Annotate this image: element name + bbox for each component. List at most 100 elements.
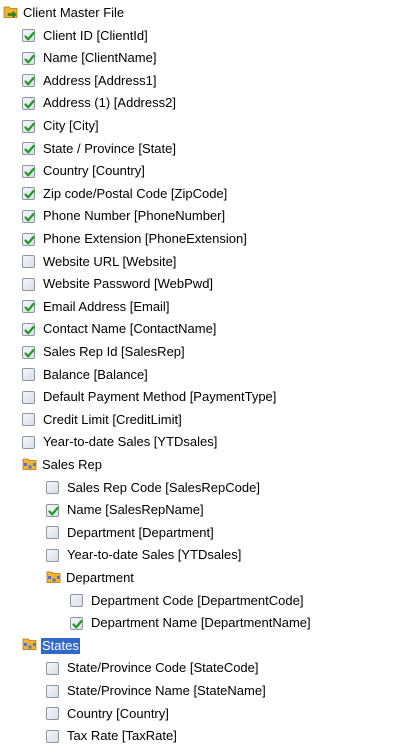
unchecked-checkbox[interactable] <box>46 707 59 721</box>
checked-checkbox[interactable] <box>70 616 83 630</box>
unchecked-checkbox[interactable] <box>22 413 35 427</box>
field-row[interactable]: Sales Rep Id [SalesRep] <box>22 341 186 363</box>
unchecked-checkbox[interactable] <box>22 390 35 404</box>
field-row[interactable]: Tax Rate [TaxRate] <box>46 725 178 747</box>
field-row[interactable]: Address [Address1] <box>22 70 157 92</box>
field-row[interactable]: Department Code [DepartmentCode] <box>70 590 304 612</box>
field-row[interactable]: Balance [Balance] <box>22 364 149 386</box>
field-row-label: Balance [Balance] <box>43 366 148 382</box>
field-row-label: Tax Rate [TaxRate] <box>67 728 177 744</box>
field-row-label: Website Password [WebPwd] <box>43 276 214 292</box>
field-row-label: Year-to-date Sales [YTDsales] <box>67 547 242 563</box>
field-row-label: Phone Number [PhoneNumber] <box>43 208 226 224</box>
field-row[interactable]: Name [SalesRepName] <box>46 499 205 521</box>
checked-checkbox[interactable] <box>22 322 35 336</box>
tree-node-sales-rep[interactable]: Sales Rep <box>22 454 103 476</box>
field-row[interactable]: Year-to-date Sales [YTDsales] <box>46 544 242 566</box>
field-row[interactable]: Year-to-date Sales [YTDsales] <box>22 431 218 453</box>
unchecked-checkbox[interactable] <box>46 481 59 495</box>
field-row[interactable]: Country [Country] <box>46 703 170 725</box>
checked-checkbox[interactable] <box>22 209 35 223</box>
checked-checkbox[interactable] <box>22 164 35 178</box>
table-folder-icon <box>22 637 41 654</box>
tree-node-states-label: States <box>40 636 81 655</box>
checked-checkbox[interactable] <box>22 187 35 201</box>
checked-checkbox[interactable] <box>22 74 35 88</box>
field-row-label: Phone Extension [PhoneExtension] <box>43 231 247 246</box>
field-row-label: Email Address [Email] <box>43 298 170 314</box>
field-row[interactable]: Country [Country] <box>22 160 146 182</box>
folder-open-icon <box>3 5 22 22</box>
field-row[interactable]: Phone Number [PhoneNumber] <box>22 205 226 227</box>
tree-node-states[interactable]: States <box>22 635 81 657</box>
tree-node-client-master-file[interactable]: Client Master File <box>3 2 125 24</box>
field-row[interactable]: State/Province Name [StateName] <box>46 680 267 702</box>
field-row[interactable]: Credit Limit [CreditLimit] <box>22 409 183 431</box>
unchecked-checkbox[interactable] <box>46 548 59 562</box>
field-row[interactable]: City [City] <box>22 115 100 137</box>
checked-checkbox[interactable] <box>46 503 59 517</box>
field-row-label: Name [ClientName] <box>43 50 157 66</box>
field-row-label: Department [Department] <box>67 524 214 540</box>
field-row[interactable]: State / Province [State] <box>22 138 177 160</box>
tree-node-department[interactable]: Department <box>46 567 135 589</box>
field-row[interactable]: Sales Rep Code [SalesRepCode] <box>46 477 261 499</box>
unchecked-checkbox[interactable] <box>22 435 35 449</box>
field-row[interactable]: Contact Name [ContactName] <box>22 318 217 340</box>
field-row-label: Client ID [ClientId] <box>43 27 148 43</box>
unchecked-checkbox[interactable] <box>46 661 59 675</box>
unchecked-checkbox[interactable] <box>46 526 59 540</box>
field-row[interactable]: Website URL [Website] <box>22 251 177 273</box>
field-row[interactable]: Department Name [DepartmentName] <box>70 612 312 634</box>
field-row[interactable]: Zip code/Postal Code [ZipCode] <box>22 183 228 205</box>
tree-node-sales-rep-label: Sales Rep <box>42 457 102 472</box>
field-row-label: Address (1) [Address2] <box>43 95 176 111</box>
unchecked-checkbox[interactable] <box>22 368 35 382</box>
field-row[interactable]: Department [Department] <box>46 522 215 544</box>
field-row-label: Country [Country] <box>67 705 169 721</box>
field-row-label: City [City] <box>43 118 99 133</box>
field-row[interactable]: Default Payment Method [PaymentType] <box>22 386 277 408</box>
field-row[interactable]: Website Password [WebPwd] <box>22 273 214 295</box>
tree-node-client-master-file-label: Client Master File <box>23 5 125 20</box>
checked-checkbox[interactable] <box>22 96 35 110</box>
field-row[interactable]: Phone Extension [PhoneExtension] <box>22 228 248 250</box>
field-row-label: Credit Limit [CreditLimit] <box>43 411 182 427</box>
field-row[interactable]: Email Address [Email] <box>22 296 170 318</box>
unchecked-checkbox[interactable] <box>70 594 83 608</box>
field-row-label: State/Province Name [StateName] <box>67 683 266 698</box>
field-row-label: Default Payment Method [PaymentType] <box>43 389 277 405</box>
checked-checkbox[interactable] <box>22 300 35 314</box>
field-row[interactable]: Address (1) [Address2] <box>22 92 177 114</box>
field-row-label: Department Name [DepartmentName] <box>91 615 311 631</box>
field-row[interactable]: Client ID [ClientId] <box>22 25 149 47</box>
field-row-label: Department Code [DepartmentCode] <box>91 592 304 608</box>
field-row[interactable]: Name [ClientName] <box>22 47 157 69</box>
unchecked-checkbox[interactable] <box>22 277 35 291</box>
field-tree[interactable]: Client Master File Client ID [ClientId] Na… <box>0 0 418 743</box>
checked-checkbox[interactable] <box>22 232 35 246</box>
checked-checkbox[interactable] <box>22 51 35 65</box>
field-row-label: State / Province [State] <box>43 140 176 156</box>
unchecked-checkbox[interactable] <box>46 729 59 743</box>
field-row-label: Sales Rep Id [SalesRep] <box>43 344 185 359</box>
field-row-label: Sales Rep Code [SalesRepCode] <box>67 479 260 495</box>
checked-checkbox[interactable] <box>22 142 35 156</box>
checked-checkbox[interactable] <box>22 29 35 43</box>
field-row-label: Contact Name [ContactName] <box>43 321 217 337</box>
checked-checkbox[interactable] <box>22 345 35 359</box>
unchecked-checkbox[interactable] <box>46 684 59 698</box>
table-folder-icon <box>46 570 65 587</box>
field-row-label: Zip code/Postal Code [ZipCode] <box>43 185 228 201</box>
table-folder-icon <box>22 457 41 474</box>
field-row-label: Address [Address1] <box>43 72 157 88</box>
field-row-label: Year-to-date Sales [YTDsales] <box>43 434 218 450</box>
field-row-label: Website URL [Website] <box>43 253 177 269</box>
field-row-label: Country [Country] <box>43 163 145 179</box>
unchecked-checkbox[interactable] <box>22 255 35 269</box>
field-row-label: State/Province Code [StateCode] <box>67 660 259 676</box>
field-row[interactable]: State/Province Code [StateCode] <box>46 657 260 679</box>
tree-node-department-label: Department <box>66 570 134 585</box>
field-row-label: Name [SalesRepName] <box>67 502 204 518</box>
checked-checkbox[interactable] <box>22 119 35 133</box>
